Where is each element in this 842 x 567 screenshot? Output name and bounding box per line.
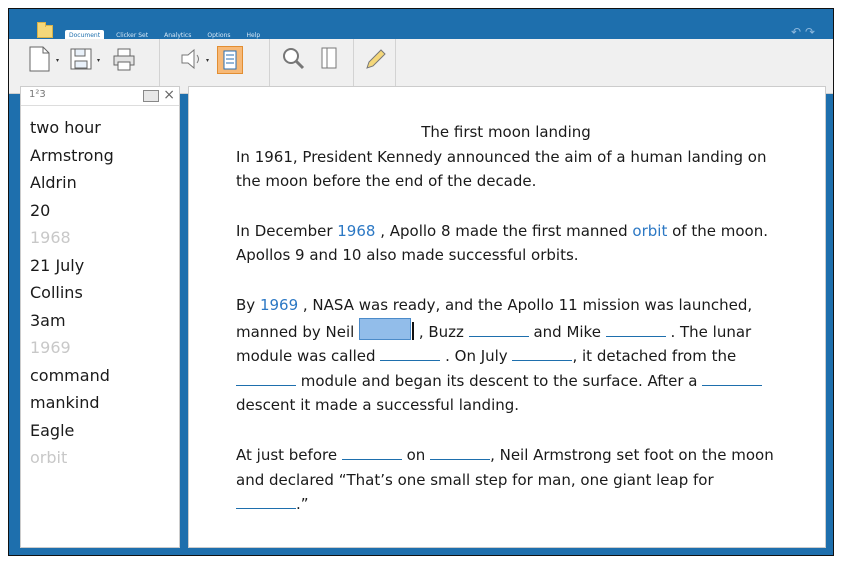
new-document-button[interactable]: [27, 46, 53, 74]
word-bank-list: two hour Armstrong Aldrin 20 1968 21 Jul…: [21, 106, 179, 472]
text: on: [401, 445, 431, 464]
panel-layout-icon[interactable]: [143, 90, 159, 102]
word-bank-item[interactable]: Eagle: [30, 417, 179, 445]
undo-icon[interactable]: ↶: [791, 25, 801, 39]
save-button[interactable]: [69, 46, 95, 74]
paragraph-1: In 1961, President Kennedy announced the…: [236, 147, 767, 191]
page-icon: [321, 47, 337, 69]
save-dropdown-chevron-icon[interactable]: ▾: [97, 57, 100, 64]
text: . On July: [440, 347, 513, 366]
zoom-button[interactable]: [281, 46, 307, 74]
speech-dropdown-chevron-icon[interactable]: ▾: [206, 57, 209, 64]
new-document-icon: [29, 46, 50, 72]
gap-blank[interactable]: [468, 322, 529, 337]
word-bank-panel: 1²3 × two hour Armstrong Aldrin 20 1968 …: [20, 86, 180, 548]
speech-button[interactable]: [179, 46, 205, 74]
file-group: ▾ ▾ FILE: [9, 39, 160, 93]
page-view-button[interactable]: [317, 46, 343, 74]
word-bank-item[interactable]: Armstrong: [30, 142, 179, 170]
word-bank-item-used[interactable]: orbit: [30, 444, 179, 472]
word-bank-item-used[interactable]: 1969: [30, 334, 179, 362]
word-bank-header: 1²3 ×: [21, 87, 179, 106]
selected-gap[interactable]: [359, 317, 412, 340]
text: In December: [236, 221, 338, 240]
list-icon: [223, 50, 237, 70]
magnifier-icon: [283, 48, 305, 70]
close-icon[interactable]: ×: [163, 87, 175, 103]
undo-redo: ↶ ↷: [791, 25, 815, 39]
text: module and began its descent to the surf…: [296, 371, 703, 390]
text: , it detached from the: [572, 347, 737, 366]
edit-group: EDIT: [353, 39, 396, 93]
print-icon: [113, 48, 135, 71]
gap-blank[interactable]: [702, 371, 763, 386]
gap-blank[interactable]: [380, 346, 441, 362]
text: and Mike: [528, 322, 606, 341]
word-bank-item[interactable]: command: [30, 362, 179, 390]
gap-blank[interactable]: [512, 346, 573, 362]
print-button[interactable]: [112, 46, 138, 74]
word-bank-item-used[interactable]: 1968: [30, 224, 179, 252]
filled-gap[interactable]: 1969: [260, 296, 298, 314]
document-page[interactable]: The first moon landing In 1961, Presiden…: [188, 86, 826, 548]
text: By: [236, 295, 260, 314]
word-bank-item[interactable]: 21 July: [30, 252, 179, 280]
wordbank-toggle-button[interactable]: [217, 46, 243, 74]
gap-blank[interactable]: [236, 371, 296, 386]
document-body: The first moon landing In 1961, Presiden…: [236, 120, 776, 542]
text: , Apollo 8 made the first manned: [375, 221, 633, 240]
document-title: The first moon landing: [421, 123, 591, 141]
word-bank-item[interactable]: two hour: [30, 114, 179, 142]
text: At just before: [236, 445, 342, 464]
paragraph-4: At just before on , Neil Armstrong set f…: [236, 443, 776, 517]
title-bar: Document Clicker Set Analytics Options H…: [9, 9, 833, 41]
text: descent it made a successful landing.: [236, 396, 520, 415]
edit-button[interactable]: [363, 46, 389, 74]
view-group: VIEW: [269, 39, 354, 93]
text: , Buzz: [414, 322, 469, 341]
gap-blank[interactable]: [236, 494, 296, 510]
word-bank-item[interactable]: Collins: [30, 279, 179, 307]
paragraph-3: By 1969 , NASA was ready, and the Apollo…: [236, 293, 776, 418]
new-dropdown-chevron-icon[interactable]: ▾: [56, 57, 59, 64]
support-group: ▾ SUPPORT: [159, 39, 270, 93]
word-bank-item[interactable]: mankind: [30, 389, 179, 417]
word-bank-item[interactable]: 20: [30, 197, 179, 225]
text: .”: [296, 495, 309, 514]
save-icon: [70, 48, 92, 70]
filled-gap[interactable]: 1968: [337, 222, 375, 240]
speaker-icon: [181, 48, 199, 70]
gap-blank[interactable]: [605, 322, 666, 337]
word-bank-sort-toggle[interactable]: 1²3: [29, 89, 46, 100]
word-bank-item[interactable]: Aldrin: [30, 169, 179, 197]
redo-icon[interactable]: ↷: [805, 25, 815, 39]
filled-gap[interactable]: orbit: [632, 222, 667, 240]
gap-blank[interactable]: [341, 445, 402, 460]
folder-icon[interactable]: [37, 22, 53, 38]
word-bank-item[interactable]: 3am: [30, 307, 179, 335]
gap-blank[interactable]: [430, 445, 491, 460]
paragraph-2: In December 1968 , Apollo 8 made the fir…: [236, 219, 776, 268]
pencil-icon: [366, 49, 386, 69]
